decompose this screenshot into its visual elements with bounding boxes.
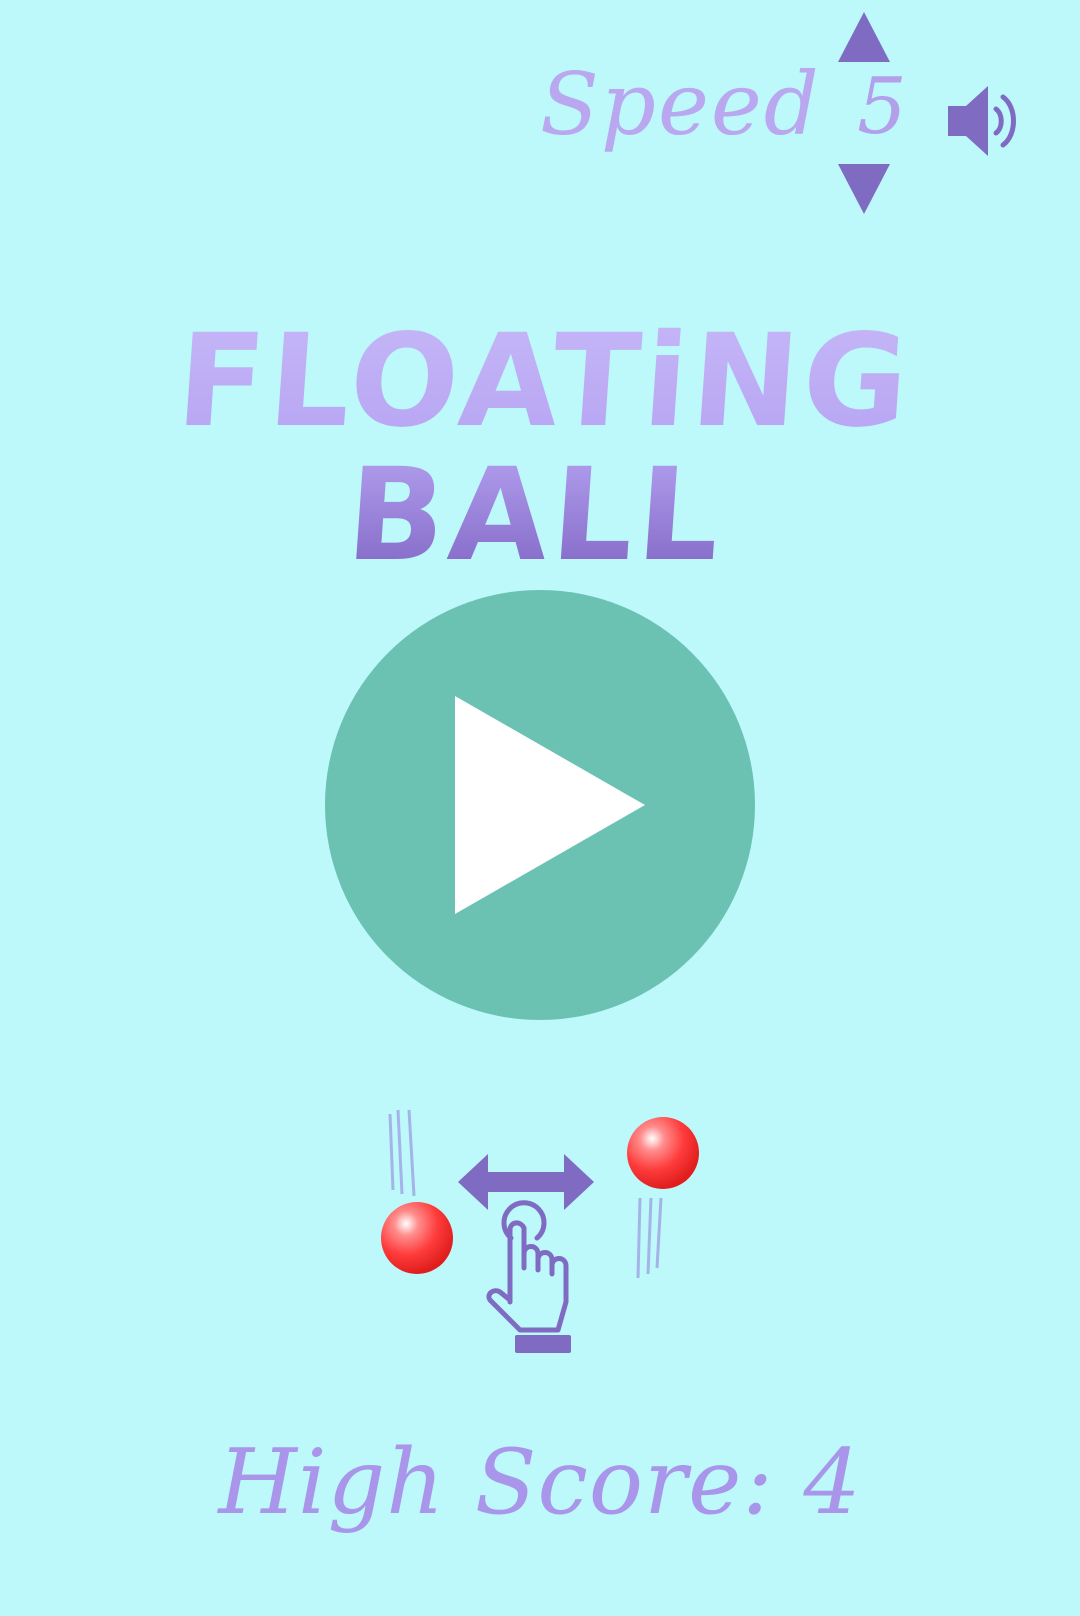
instructions-illustration <box>370 1102 710 1362</box>
instructions-graphic <box>381 1109 699 1353</box>
tap-hand-icon <box>486 1200 571 1353</box>
play-icon <box>455 696 645 914</box>
high-score-text: High Score: 4 <box>218 1430 862 1535</box>
rising-ball-icon <box>627 1117 699 1279</box>
play-button[interactable] <box>325 590 755 1020</box>
speaker-icon <box>948 86 1016 156</box>
sound-toggle-button[interactable] <box>944 78 1030 164</box>
triangle-down-icon <box>838 164 890 214</box>
falling-ball-icon <box>381 1109 453 1274</box>
triangle-up-icon <box>838 12 890 62</box>
game-title: FLOATiNG BALL <box>0 307 1080 590</box>
speed-value: 5 <box>857 62 907 152</box>
speed-up-button[interactable] <box>836 10 892 66</box>
speed-down-button[interactable] <box>836 160 892 216</box>
speed-label: Speed <box>540 55 821 155</box>
